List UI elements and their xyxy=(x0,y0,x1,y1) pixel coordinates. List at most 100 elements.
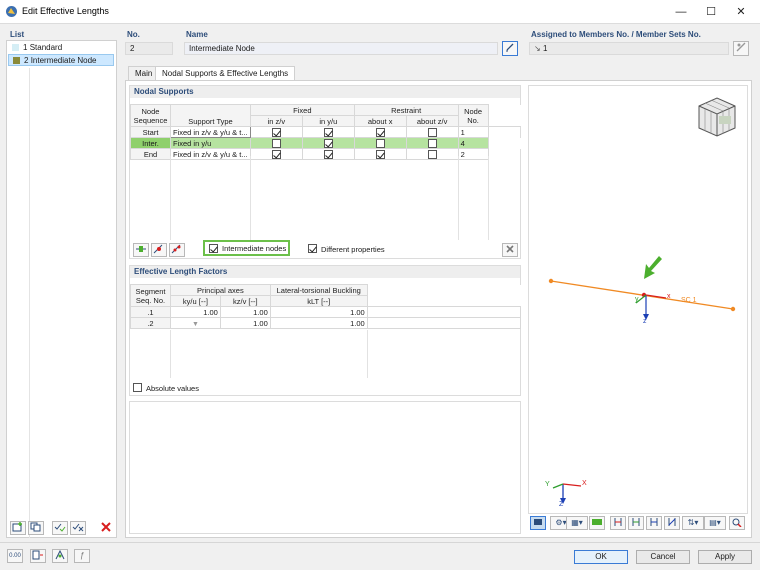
absolute-values-check[interactable] xyxy=(133,383,142,393)
new-item-icon[interactable] xyxy=(10,521,26,535)
maximize-button[interactable]: ☐ xyxy=(696,2,726,22)
list-item-intermediate-node[interactable]: 2 Intermediate Node xyxy=(8,54,114,66)
units-icon[interactable] xyxy=(30,549,46,563)
list-item-standard[interactable]: 1 Standard xyxy=(8,42,114,54)
support-type-select[interactable]: Fixed in y/u xyxy=(169,137,251,149)
member-label: SC 1 xyxy=(681,297,697,304)
list-item-label: Intermediate Node xyxy=(30,56,97,65)
support-type-select[interactable]: Fixed in z/v & y/u & t... xyxy=(169,148,251,160)
checkbox-restraint-zv[interactable] xyxy=(427,138,437,148)
absolute-values-checkbox[interactable]: Absolute values xyxy=(133,382,253,394)
select-members-icon[interactable] xyxy=(733,41,749,56)
klt-cell[interactable]: 1.00 xyxy=(269,317,368,329)
table-row[interactable]: Inter. Fixed in y/u 4 xyxy=(130,137,521,149)
checkbox-fixed-zv[interactable] xyxy=(271,127,281,137)
apply-button[interactable]: Apply xyxy=(698,550,752,564)
viewport-3d[interactable]: y x z SC 1 Y X Z xyxy=(528,85,748,514)
decimal-places-icon[interactable]: 0.00 xyxy=(7,549,23,563)
table-row[interactable]: .2 ▼ 1.00 1.00 xyxy=(130,317,522,329)
no-label: No. xyxy=(127,30,140,39)
nodal-supports-title: Nodal Supports xyxy=(130,86,520,98)
view-iso-icon[interactable] xyxy=(664,516,680,530)
view-y-icon[interactable] xyxy=(628,516,644,530)
view-mode-icon[interactable]: ▦▾ xyxy=(566,516,588,530)
checkbox-fixed-zv[interactable] xyxy=(271,138,281,148)
col-in-yu: in y/u xyxy=(301,115,355,127)
absolute-values-label: Absolute values xyxy=(146,384,199,393)
help-icon[interactable] xyxy=(52,549,68,563)
checkbox-fixed-yu[interactable] xyxy=(323,149,333,159)
table-row[interactable]: Start Fixed in z/v & y/u & t... 1 xyxy=(130,126,522,138)
cancel-button[interactable]: Cancel xyxy=(636,550,690,564)
tab-nodal-supports[interactable]: Nodal Supports & Effective Lengths xyxy=(155,66,296,80)
edit-name-icon[interactable] xyxy=(502,41,518,56)
layout-icon[interactable]: ▤▾ xyxy=(704,516,726,530)
checkbox-restraint-x[interactable] xyxy=(375,138,385,148)
no-field[interactable]: 2 xyxy=(125,42,173,55)
member-drawing xyxy=(548,256,736,320)
info-area xyxy=(129,401,521,534)
global-axis-z-label: Z xyxy=(559,501,564,508)
view-z-icon[interactable] xyxy=(646,516,662,530)
global-axis-y-label: Y xyxy=(545,481,550,488)
col-ky: ky/u [--] xyxy=(169,295,221,307)
checkbox-fixed-zv[interactable] xyxy=(271,149,281,159)
global-axis-x-label: X xyxy=(582,480,587,487)
name-field[interactable]: Intermediate Node xyxy=(184,42,498,55)
delete-icon[interactable] xyxy=(98,521,114,535)
elf-title: Effective Length Factors xyxy=(130,266,520,278)
nodal-supports-table: Node Sequence Support Type Fixed Restrain… xyxy=(130,104,521,160)
support-type-select[interactable]: Fixed in z/v & y/u & t... xyxy=(169,126,251,138)
table-row[interactable]: End Fixed in z/v & y/u & t... 2 xyxy=(130,148,522,160)
pick-node-icon[interactable] xyxy=(151,243,167,257)
close-window-button[interactable]: ✕ xyxy=(726,2,756,22)
klt-cell[interactable]: 1.00 xyxy=(269,306,368,318)
col-kz: kz/v [--] xyxy=(219,295,271,307)
col-segment: Segment Seq. No. xyxy=(130,284,171,307)
checkbox-restraint-zv[interactable] xyxy=(427,149,437,159)
global-axes-icon xyxy=(552,483,582,504)
intermediate-nodes-checkbox[interactable]: Intermediate nodes xyxy=(203,240,290,256)
check-all-icon[interactable] xyxy=(52,521,68,535)
uncheck-all-icon[interactable] xyxy=(70,521,86,535)
pick-nodes-icon[interactable] xyxy=(169,243,185,257)
local-axis-x-label: x xyxy=(667,293,671,300)
view-direction-icon[interactable]: ⇅▾ xyxy=(682,516,704,530)
copy-item-icon[interactable] xyxy=(28,521,44,535)
assigned-field[interactable]: ↘ 1 xyxy=(529,42,729,55)
ky-cell[interactable]: ▼ xyxy=(169,317,221,329)
formula-icon[interactable]: ƒ xyxy=(74,549,90,563)
kz-cell[interactable]: 1.00 xyxy=(219,317,271,329)
checkbox-fixed-yu[interactable] xyxy=(323,138,333,148)
checkbox-fixed-yu[interactable] xyxy=(323,127,333,137)
effective-length-table: Segment Seq. No. Principal axes Lateral-t… xyxy=(130,284,522,329)
kz-cell[interactable]: 1.00 xyxy=(219,306,271,318)
render-icon[interactable] xyxy=(589,516,605,530)
show-model-icon[interactable] xyxy=(530,516,546,530)
intermediate-nodes-check[interactable] xyxy=(209,244,218,254)
col-restraint: Restraint xyxy=(353,104,459,116)
checkbox-restraint-x[interactable] xyxy=(375,149,385,159)
nodal-supports-section: Nodal Supports Node Sequence Support Type… xyxy=(129,85,521,259)
different-properties-check[interactable] xyxy=(308,244,317,254)
insert-node-icon[interactable] xyxy=(133,243,149,257)
col-node-no: Node No. xyxy=(457,104,489,127)
intermediate-nodes-label: Intermediate nodes xyxy=(222,244,287,253)
col-about-x: about x xyxy=(353,115,407,127)
view-cube-icon[interactable] xyxy=(693,94,741,140)
delete-row-icon[interactable] xyxy=(502,243,518,257)
checkbox-restraint-x[interactable] xyxy=(375,127,385,137)
list-color-swatch xyxy=(12,44,19,52)
minimize-button[interactable]: — xyxy=(666,2,696,22)
checkbox-restraint-zv[interactable] xyxy=(427,127,437,137)
effective-length-factors-section: Effective Length Factors Segment Seq. No.… xyxy=(129,265,522,396)
zoom-reset-icon[interactable] xyxy=(729,516,745,530)
list-divider xyxy=(29,68,30,538)
col-ltb: Lateral-torsional Buckling xyxy=(269,284,368,296)
view-x-icon[interactable] xyxy=(610,516,626,530)
col-in-zv: in z/v xyxy=(249,115,303,127)
different-properties-checkbox[interactable]: Different properties xyxy=(306,243,416,255)
table-row[interactable]: .1 1.00 1.00 1.00 xyxy=(130,306,522,318)
ok-button[interactable]: OK xyxy=(574,550,628,564)
ky-cell[interactable]: 1.00 xyxy=(169,306,221,318)
